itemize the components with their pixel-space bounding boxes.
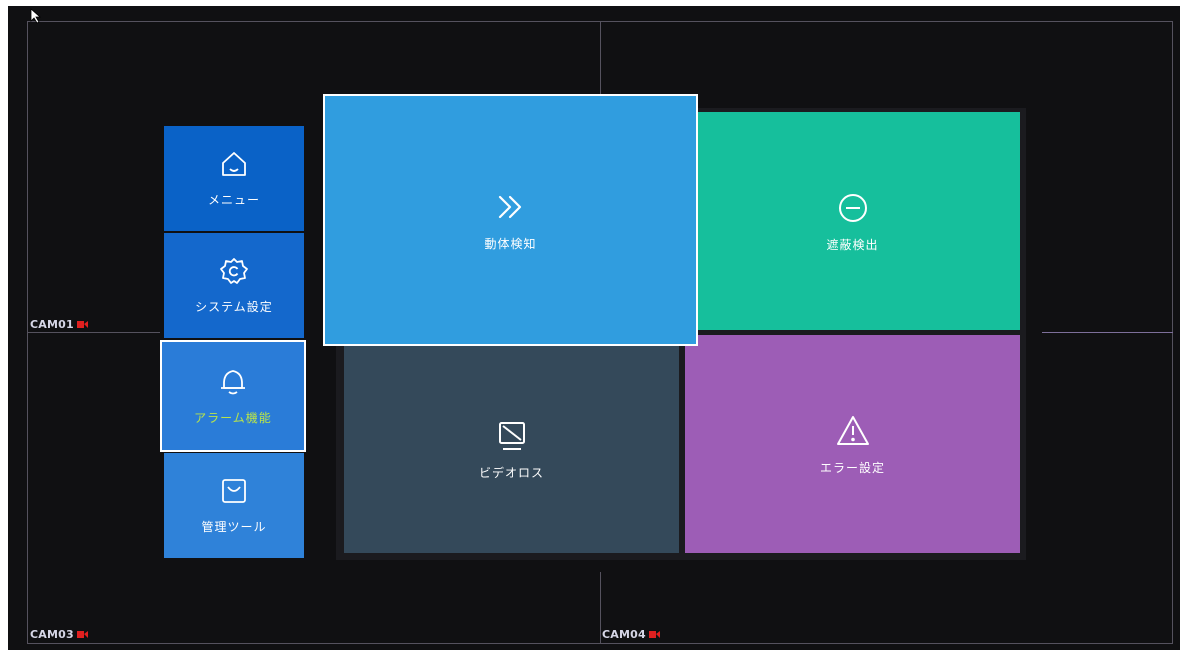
camera-label-cam01: CAM01 bbox=[30, 318, 88, 331]
toolbox-icon bbox=[219, 476, 249, 506]
sidebar-item-alarm[interactable]: アラーム機能 bbox=[160, 340, 306, 452]
camera-name: CAM04 bbox=[602, 628, 646, 641]
tile-label: エラー設定 bbox=[819, 460, 885, 475]
tile-tamper-detection[interactable]: 遮蔽検出 bbox=[685, 112, 1020, 330]
divider-vertical-top bbox=[600, 21, 601, 95]
sidebar-item-label: アラーム機能 bbox=[194, 410, 272, 425]
monitor-slash-icon bbox=[494, 418, 530, 454]
camera-name: CAM01 bbox=[30, 318, 74, 331]
tile-label: ビデオロス bbox=[478, 466, 544, 480]
divider-horizontal-right bbox=[1042, 332, 1173, 333]
divider-vertical-bottom bbox=[600, 572, 601, 644]
sidebar-item-label: システム設定 bbox=[195, 300, 273, 314]
bell-icon bbox=[218, 367, 248, 397]
record-camera-icon bbox=[76, 630, 88, 639]
tile-error-settings[interactable]: エラー設定 bbox=[685, 335, 1020, 553]
tile-label: 遮蔽検出 bbox=[826, 237, 879, 252]
tile-label: 動体検知 bbox=[484, 236, 537, 251]
divider-horizontal-left bbox=[27, 332, 160, 333]
sidebar-item-label: 管理ツール bbox=[201, 520, 267, 534]
gear-icon bbox=[219, 256, 249, 286]
warning-triangle-icon bbox=[835, 413, 871, 449]
camera-label-cam03: CAM03 bbox=[30, 628, 88, 641]
sidebar-item-system-settings[interactable]: システム設定 bbox=[164, 233, 304, 338]
tile-motion-detection[interactable]: 動体検知 bbox=[323, 94, 698, 346]
minus-circle-icon bbox=[835, 190, 871, 226]
camera-name: CAM03 bbox=[30, 628, 74, 641]
camera-label-cam04: CAM04 bbox=[602, 628, 660, 641]
sidebar-item-management-tools[interactable]: 管理ツール bbox=[164, 453, 304, 558]
home-icon bbox=[219, 149, 249, 179]
sidebar-item-menu[interactable]: メニュー bbox=[164, 126, 304, 231]
record-camera-icon bbox=[76, 320, 88, 329]
double-chevron-right-icon bbox=[493, 189, 529, 225]
mouse-cursor-icon bbox=[30, 8, 42, 28]
sidebar-item-label: メニュー bbox=[207, 193, 260, 207]
record-camera-icon bbox=[648, 630, 660, 639]
tile-video-loss[interactable]: ビデオロス bbox=[344, 346, 679, 553]
